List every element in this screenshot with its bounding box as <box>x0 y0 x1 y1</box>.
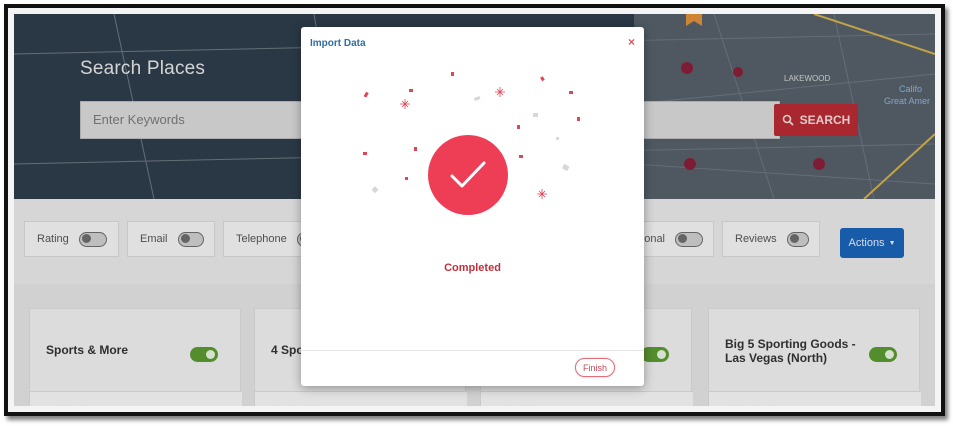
import-data-modal: Import Data × Completed Finish <box>301 27 644 386</box>
finish-button[interactable]: Finish <box>575 358 615 377</box>
modal-divider <box>301 350 644 351</box>
app-screen: LAKEWOOD Califo Great Amer Search Places… <box>14 14 935 406</box>
modal-title: Import Data <box>310 38 366 49</box>
close-icon[interactable]: × <box>628 35 635 49</box>
screenshot-frame: LAKEWOOD Califo Great Amer Search Places… <box>4 4 945 416</box>
status-text: Completed <box>444 262 501 274</box>
success-check-icon <box>428 135 508 215</box>
